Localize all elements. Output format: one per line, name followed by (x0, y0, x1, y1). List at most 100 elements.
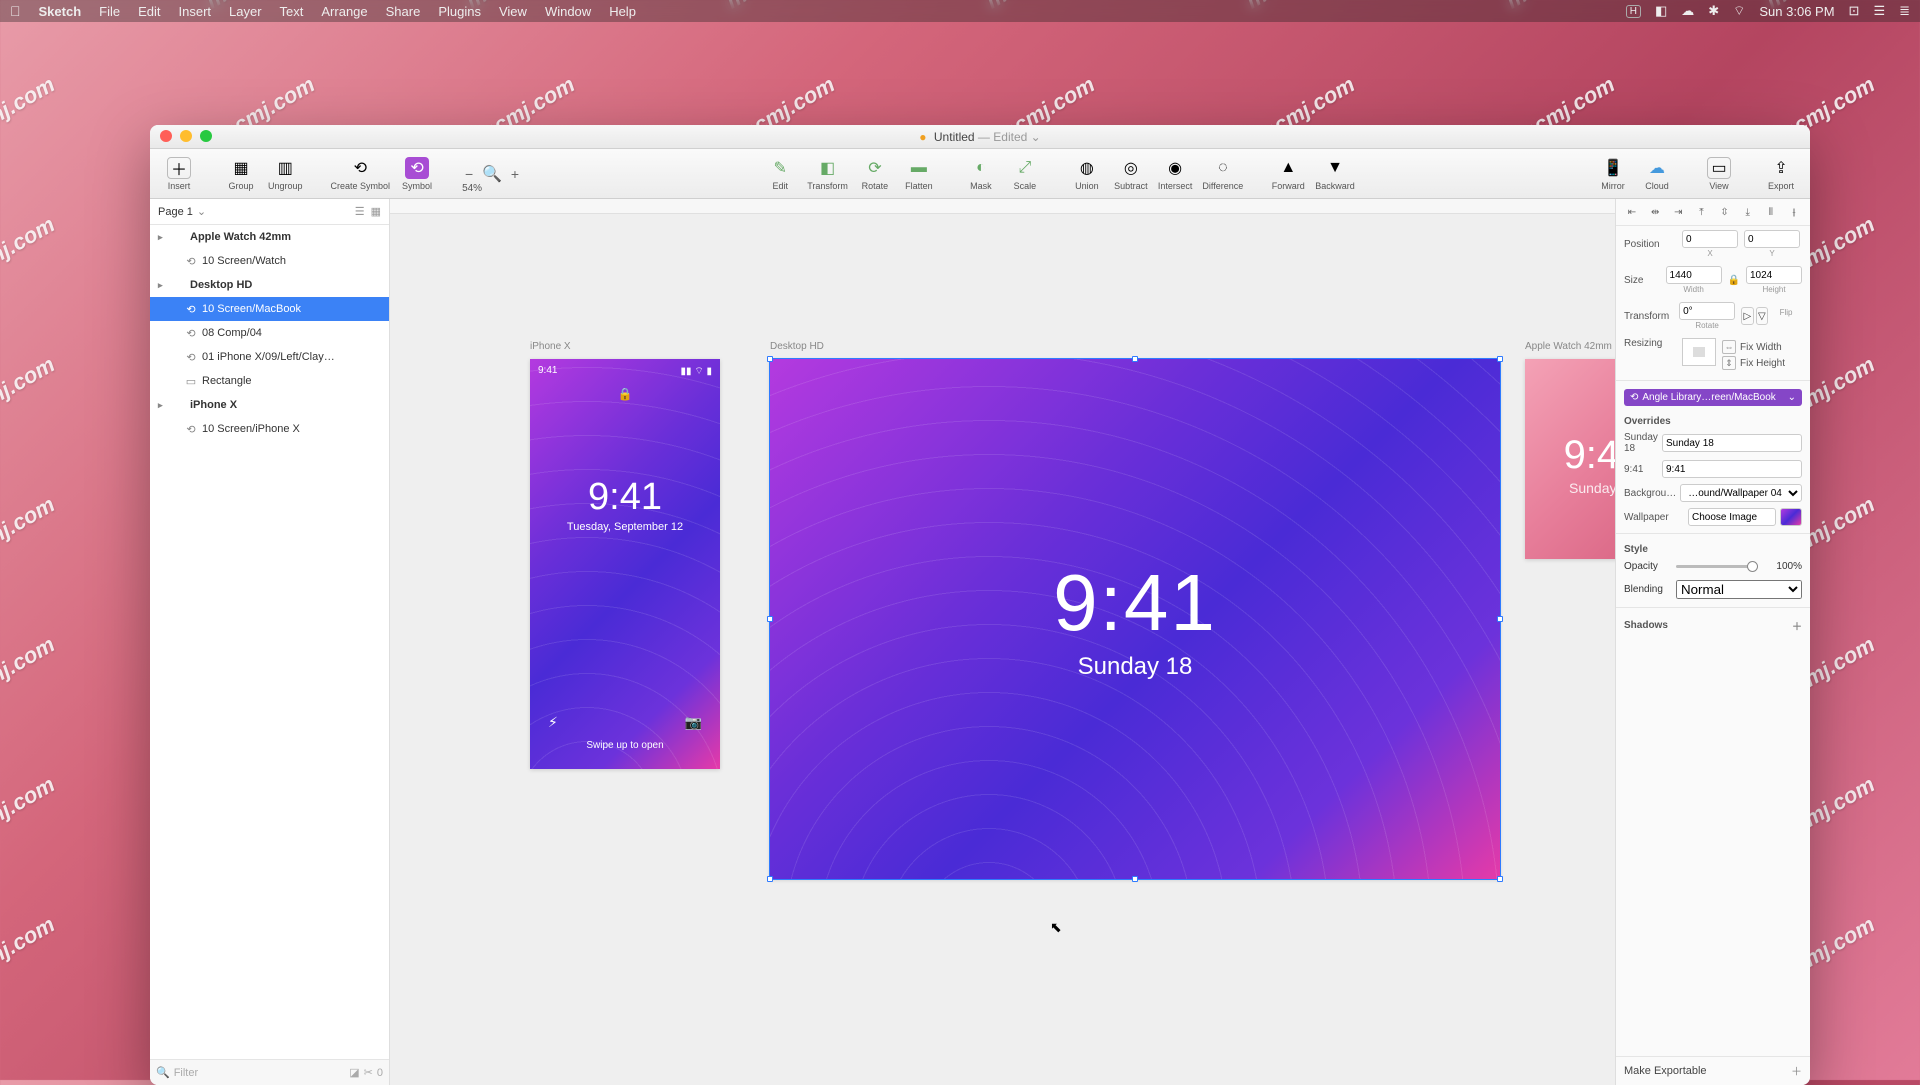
distribute-v-icon[interactable]: ⫲ (1786, 205, 1802, 219)
control-center-icon[interactable]: ☰ (1873, 3, 1885, 19)
page-selector[interactable]: Page 1 ⌄ ☰ ▦ (150, 199, 389, 225)
menu-file[interactable]: File (99, 4, 120, 19)
rotate-tool[interactable]: ⟳Rotate (858, 157, 892, 191)
position-x-input[interactable] (1682, 230, 1738, 248)
zoom-out-button[interactable]: − (462, 166, 476, 182)
menu-edit[interactable]: Edit (138, 4, 160, 19)
filter-count-icon[interactable]: 0 (377, 1067, 383, 1079)
menu-window[interactable]: Window (545, 4, 591, 19)
align-hcenter-icon[interactable]: ⇹ (1647, 205, 1663, 219)
size-lock-icon[interactable]: 🔒 (1728, 275, 1740, 286)
override-time-input[interactable] (1662, 460, 1802, 478)
flip-horizontal-icon[interactable]: ▷ (1741, 307, 1753, 325)
difference-tool[interactable]: ◌Difference (1202, 157, 1243, 191)
canvas[interactable]: iPhone X 9:41▮▮ ⌔ ▮ 🔒 9:41 Tuesday, Sept… (390, 199, 1615, 1085)
layer-row[interactable]: ⟲01 iPhone X/09/Left/Clay… (150, 345, 389, 369)
create-symbol-tool[interactable]: ⟲Create Symbol (331, 157, 391, 191)
export-tool[interactable]: ⇪Export (1764, 157, 1798, 191)
title-dropdown-icon[interactable]: ⌄ (1031, 130, 1041, 144)
symbol-tool[interactable]: ⟲Symbol (400, 157, 434, 191)
selection-handle[interactable] (1497, 356, 1503, 362)
layers-list[interactable]: ▸Apple Watch 42mm⟲10 Screen/Watch▸Deskto… (150, 225, 389, 1059)
notifications-icon[interactable]: ≣ (1899, 3, 1910, 19)
menubar-app[interactable]: Sketch (39, 4, 82, 19)
artboard-label[interactable]: Desktop HD (770, 341, 824, 352)
selection-handle[interactable] (1497, 876, 1503, 882)
menubar-clock[interactable]: Sun 3:06 PM (1759, 4, 1834, 19)
artboard-label[interactable]: iPhone X (530, 341, 571, 352)
forward-tool[interactable]: ▲Forward (1271, 157, 1305, 191)
subtract-tool[interactable]: ◎Subtract (1114, 157, 1148, 191)
align-bottom-icon[interactable]: ⤓ (1740, 205, 1756, 219)
scale-tool[interactable]: ⤢Scale (1008, 157, 1042, 191)
flatten-tool[interactable]: ▬Flatten (902, 157, 936, 191)
pages-list-icon[interactable]: ☰ (355, 205, 365, 218)
filter-toggle-icon[interactable]: ◪ (349, 1066, 359, 1079)
layer-row[interactable]: ▸Desktop HD (150, 273, 389, 297)
layer-row[interactable]: ⟲10 Screen/MacBook (150, 297, 389, 321)
layer-row[interactable]: ⟲10 Screen/Watch (150, 249, 389, 273)
insert-tool[interactable]: ＋ Insert (162, 157, 196, 191)
layer-row[interactable]: ⟲08 Comp/04 (150, 321, 389, 345)
menu-share[interactable]: Share (386, 4, 421, 19)
menubar-icon-a[interactable]: ◧ (1655, 3, 1667, 19)
zoom-in-button[interactable]: + (508, 166, 522, 182)
layer-row[interactable]: ▭Rectangle (150, 369, 389, 393)
menubar-icon-b[interactable]: ✱ (1708, 3, 1719, 19)
add-shadow-button[interactable]: ＋ (1792, 618, 1802, 633)
artboard-desktop-hd[interactable]: Desktop HD 9:41 Sunday 18 (770, 359, 1500, 879)
menubar-user-badge[interactable]: H (1626, 5, 1641, 18)
group-tool[interactable]: ▦Group (224, 157, 258, 191)
menu-insert[interactable]: Insert (179, 4, 212, 19)
selection-handle[interactable] (767, 876, 773, 882)
choose-image-button[interactable]: Choose Image (1688, 508, 1776, 526)
transform-tool[interactable]: ◧Transform (807, 157, 848, 191)
position-y-input[interactable] (1744, 230, 1800, 248)
blending-select[interactable]: Normal (1676, 580, 1802, 599)
menu-view[interactable]: View (499, 4, 527, 19)
align-right-icon[interactable]: ⇥ (1670, 205, 1686, 219)
apple-menu[interactable]:  (10, 3, 21, 19)
view-tool[interactable]: ▭View (1702, 157, 1736, 191)
intersect-tool[interactable]: ◉Intersect (1158, 157, 1193, 191)
window-close-button[interactable] (160, 130, 172, 142)
layer-row[interactable]: ⟲10 Screen/iPhone X (150, 417, 389, 441)
add-export-button[interactable]: ＋ (1791, 1063, 1802, 1079)
distribute-h-icon[interactable]: ⫴ (1763, 205, 1779, 219)
resizing-constraints[interactable] (1682, 338, 1716, 366)
mirror-tool[interactable]: 📱Mirror (1596, 157, 1630, 191)
wallpaper-swatch[interactable] (1780, 508, 1802, 526)
make-exportable-row[interactable]: Make Exportable ＋ (1616, 1056, 1810, 1085)
window-zoom-button[interactable] (200, 130, 212, 142)
layer-filter-input[interactable] (174, 1067, 346, 1079)
filter-slice-icon[interactable]: ✂︎ (364, 1066, 373, 1079)
override-sunday-input[interactable] (1662, 434, 1802, 452)
edit-tool[interactable]: ✎Edit (763, 157, 797, 191)
align-vcenter-icon[interactable]: ⇳ (1717, 205, 1733, 219)
cloud-icon[interactable]: ☁︎ (1681, 3, 1694, 19)
menu-plugins[interactable]: Plugins (438, 4, 481, 19)
window-minimize-button[interactable] (180, 130, 192, 142)
zoom-control[interactable]: − 🔍 + 54% (462, 164, 522, 184)
fix-width-toggle[interactable]: ⇔ (1722, 340, 1736, 354)
rotate-input[interactable] (1679, 302, 1735, 320)
ungroup-tool[interactable]: ▥Ungroup (268, 157, 303, 191)
selection-handle[interactable] (1132, 876, 1138, 882)
override-background-select[interactable]: …ound/Wallpaper 04 (1680, 484, 1802, 502)
selection-handle[interactable] (767, 356, 773, 362)
backward-tool[interactable]: ▼Backward (1315, 157, 1355, 191)
pages-grid-icon[interactable]: ▦ (371, 205, 381, 218)
menu-layer[interactable]: Layer (229, 4, 262, 19)
align-top-icon[interactable]: ⤒ (1693, 205, 1709, 219)
spotlight-icon[interactable]: ⊡ (1849, 3, 1860, 19)
union-tool[interactable]: ◍Union (1070, 157, 1104, 191)
selection-handle[interactable] (767, 616, 773, 622)
opacity-slider[interactable] (1676, 565, 1758, 568)
size-height-input[interactable] (1746, 266, 1802, 284)
selection-handle[interactable] (1132, 356, 1138, 362)
selection-handle[interactable] (1497, 616, 1503, 622)
artboard-label[interactable]: Apple Watch 42mm (1525, 341, 1612, 352)
menu-arrange[interactable]: Arrange (321, 4, 367, 19)
size-width-input[interactable] (1666, 266, 1722, 284)
layer-row[interactable]: ▸Apple Watch 42mm (150, 225, 389, 249)
